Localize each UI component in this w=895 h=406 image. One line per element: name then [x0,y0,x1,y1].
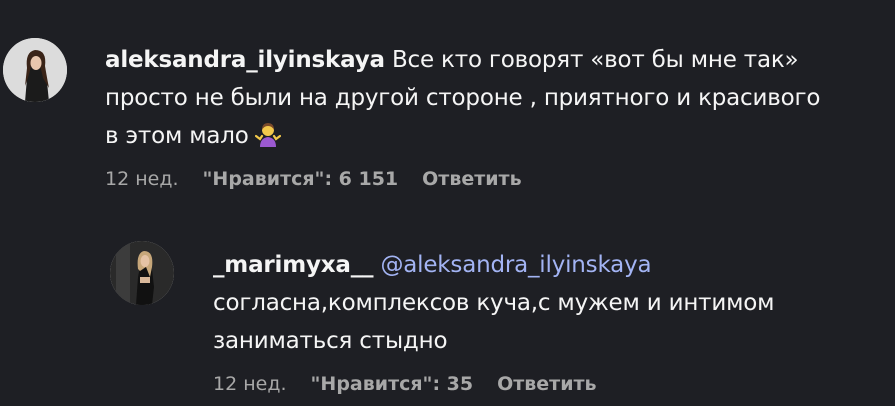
avatar-photo [110,241,174,305]
mention-link[interactable]: @aleksandra_ilyinskaya [380,252,651,278]
comment-meta: 12 нед. "Нравится": 35 Ответить [213,373,597,395]
reply-comment: _marimyxa__ @aleksandra_ilyinskaya согла… [0,200,895,406]
username[interactable]: _marimyxa__ [213,252,374,278]
username[interactable]: aleksandra_ilyinskaya [105,47,385,73]
comment-text-line: просто не были на другой стороне , прият… [105,85,821,111]
comment-meta: 12 нед. "Нравится": 6 151 Ответить [105,168,522,190]
comment-text: _marimyxa__ @aleksandra_ilyinskaya согла… [213,246,883,360]
comment-text: aleksandra_ilyinskaya Все кто говорят «в… [105,41,885,155]
comment: aleksandra_ilyinskaya Все кто говорят «в… [0,0,895,200]
likes-count[interactable]: "Нравится": 6 151 [203,168,399,190]
likes-count[interactable]: "Нравится": 35 [311,373,474,395]
person-shrugging-icon [254,123,281,147]
reply-line-1: _marimyxa__ @aleksandra_ilyinskaya [213,246,883,284]
comment-time: 12 нед. [213,373,287,395]
avatar-photo [3,38,67,102]
comment-text-line: заниматься стыдно [213,328,448,354]
avatar[interactable] [110,241,174,305]
comment-line-3: в этом мало [105,117,885,155]
comment-text-line: согласна,комплексов куча,с мужем и интим… [213,290,775,316]
reply-button[interactable]: Ответить [422,168,521,190]
reply-button[interactable]: Ответить [497,373,596,395]
comment-body: aleksandra_ilyinskaya Все кто говорят «в… [105,41,885,155]
comment-line-1: aleksandra_ilyinskaya Все кто говорят «в… [105,41,885,79]
comment-text-line: Все кто говорят «вот бы мне так» [391,47,799,73]
avatar[interactable] [3,38,67,102]
comment-body: _marimyxa__ @aleksandra_ilyinskaya согла… [213,246,883,360]
comment-text-line: в этом мало [105,123,249,149]
comment-time: 12 нед. [105,168,179,190]
